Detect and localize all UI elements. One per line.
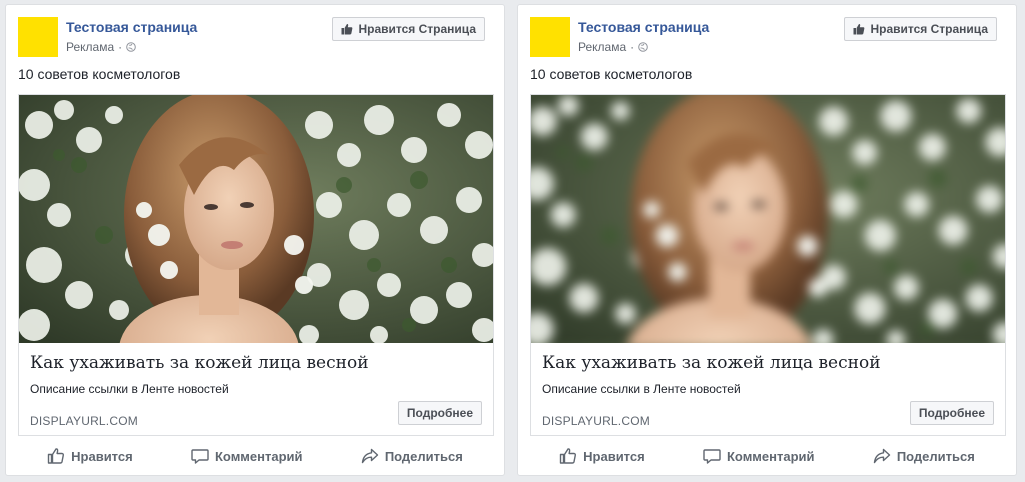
learn-more-button[interactable]: Подробнее [397, 401, 482, 425]
page-name-link[interactable]: Тестовая страница [66, 19, 197, 35]
link-preview[interactable]: Как ухаживать за кожей лица весной Описа… [18, 94, 494, 436]
action-bar: Нравится Комментарий Поделиться [530, 442, 1004, 470]
share-action[interactable]: Поделиться [361, 447, 463, 465]
ad-header: Тестовая страница Реклама · Нравится Стр… [18, 17, 492, 59]
sponsored-label: Реклама · [66, 40, 136, 54]
link-description: Описание ссылки в Ленте новостей [30, 382, 229, 396]
ad-card-original: Тестовая страница Реклама · Нравится Стр… [5, 4, 505, 476]
link-image[interactable] [531, 95, 1005, 343]
post-text: 10 советов косметологов [530, 66, 693, 82]
thumbs-up-outline-icon [47, 448, 65, 464]
share-action-label: Поделиться [384, 448, 463, 464]
globe-icon [126, 42, 136, 52]
link-title[interactable]: Как ухаживать за кожей лица весной [30, 353, 369, 373]
link-image[interactable] [19, 95, 493, 343]
sponsored-text: Реклама [578, 40, 627, 54]
thumbs-up-icon [853, 23, 865, 35]
link-title[interactable]: Как ухаживать за кожей лица весной [542, 353, 881, 373]
link-info: Как ухаживать за кожей лица весной Описа… [531, 343, 1005, 435]
thumbs-up-outline-icon [559, 448, 577, 464]
learn-more-button[interactable]: Подробнее [909, 401, 994, 425]
link-description: Описание ссылки в Ленте новостей [542, 382, 741, 396]
ad-header: Тестовая страница Реклама · Нравится Стр… [530, 17, 1004, 59]
sponsored-separator: · [630, 40, 635, 54]
comment-action-label: Комментарий [214, 448, 303, 464]
comment-icon [703, 449, 721, 464]
page-avatar[interactable] [18, 17, 58, 57]
share-action-label: Поделиться [896, 448, 975, 464]
sponsored-label: Реклама · [578, 40, 648, 54]
comment-action-label: Комментарий [726, 448, 815, 464]
like-page-label: Нравится Страница [358, 22, 476, 36]
action-bar: Нравится Комментарий Поделиться [18, 442, 492, 470]
link-info: Как ухаживать за кожей лица весной Описа… [19, 343, 493, 435]
comment-action[interactable]: Комментарий [703, 447, 815, 465]
display-url: DISPLAYURL.COM [542, 414, 650, 428]
thumbs-up-icon [341, 23, 353, 35]
like-action[interactable]: Нравится [47, 447, 133, 465]
globe-icon [638, 42, 648, 52]
ad-card-blurred: Тестовая страница Реклама · Нравится Стр… [517, 4, 1017, 476]
share-icon [873, 448, 891, 464]
share-icon [361, 448, 379, 464]
like-action[interactable]: Нравится [559, 447, 645, 465]
display-url: DISPLAYURL.COM [30, 414, 138, 428]
like-action-label: Нравится [71, 448, 133, 464]
sponsored-separator: · [118, 40, 123, 54]
page-avatar[interactable] [530, 17, 570, 57]
comment-action[interactable]: Комментарий [191, 447, 303, 465]
share-action[interactable]: Поделиться [873, 447, 975, 465]
sponsored-text: Реклама [66, 40, 115, 54]
photo-woman-in-blossoms-pixelated [531, 95, 1005, 343]
like-page-label: Нравится Страница [870, 22, 988, 36]
post-text: 10 советов косметологов [18, 66, 181, 82]
like-action-label: Нравится [583, 448, 645, 464]
photo-woman-in-blossoms [19, 95, 493, 343]
page-name-link[interactable]: Тестовая страница [578, 19, 709, 35]
comment-icon [191, 449, 209, 464]
link-preview[interactable]: Как ухаживать за кожей лица весной Описа… [530, 94, 1006, 436]
like-page-button[interactable]: Нравится Страница [844, 17, 997, 41]
like-page-button[interactable]: Нравится Страница [332, 17, 485, 41]
